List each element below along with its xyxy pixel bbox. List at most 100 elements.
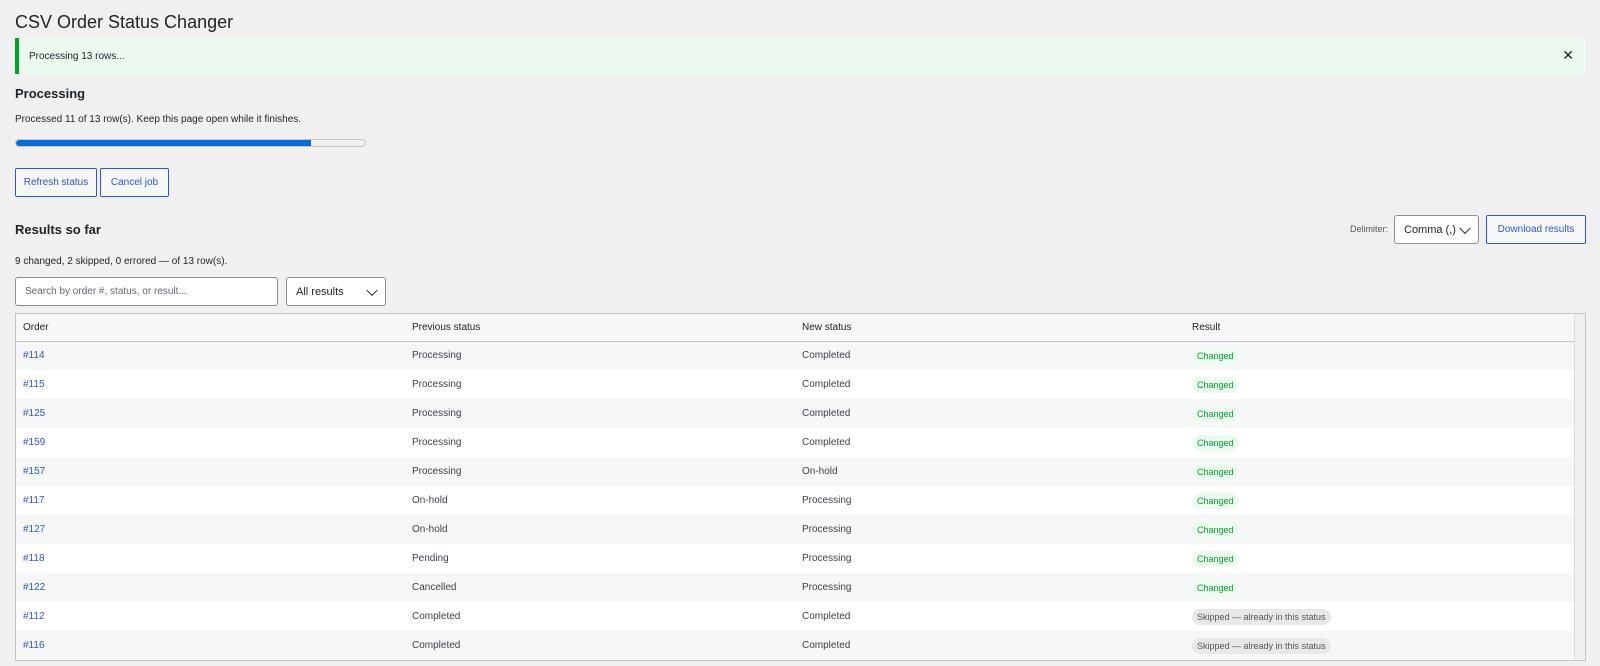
close-icon[interactable]: ✕ (1562, 48, 1574, 62)
previous-status-cell: Processing (405, 341, 795, 370)
results-table: Order Previous status New status Result … (15, 313, 1586, 661)
status-badge: Changed (1192, 463, 1239, 480)
result-cell: Changed (1185, 370, 1575, 399)
results-summary: 9 changed, 2 skipped, 0 errored — of 13 … (15, 256, 228, 267)
previous-status-cell: On-hold (405, 515, 795, 544)
order-cell: #117 (16, 486, 405, 515)
order-link[interactable]: #127 (23, 524, 45, 535)
status-badge: Changed (1192, 347, 1239, 364)
cancel-job-button[interactable]: Cancel job (100, 168, 169, 197)
status-badge: Changed (1192, 434, 1239, 451)
order-link[interactable]: #114 (23, 350, 45, 361)
previous-status-cell: Processing (405, 399, 795, 428)
new-status-cell: Completed (795, 631, 1185, 660)
order-link[interactable]: #159 (23, 437, 45, 448)
order-cell: #116 (16, 631, 405, 660)
table-row: #114 Processing Completed Changed (16, 341, 1575, 370)
new-status-cell: Completed (795, 370, 1185, 399)
new-status-cell: On-hold (795, 457, 1185, 486)
order-cell: #157 (16, 457, 405, 486)
previous-status-cell: Pending (405, 544, 795, 573)
order-link[interactable]: #115 (23, 379, 45, 390)
progress-bar (15, 139, 366, 147)
table-row: #159 Processing Completed Changed (16, 428, 1575, 457)
result-cell: Skipped — already in this status (1185, 602, 1575, 631)
progress-text: Processed 11 of 13 row(s). Keep this pag… (15, 114, 302, 125)
order-cell: #115 (16, 370, 405, 399)
previous-status-cell: Cancelled (405, 573, 795, 602)
processing-heading: Processing (15, 86, 86, 101)
table-header-row: Order Previous status New status Result (16, 314, 1575, 342)
order-link[interactable]: #125 (23, 408, 45, 419)
delimiter-select[interactable]: Comma (,) (1394, 215, 1479, 244)
progress-fill (16, 140, 312, 146)
status-badge: Changed (1192, 521, 1239, 538)
results-heading: Results so far (15, 222, 101, 237)
order-link[interactable]: #112 (23, 611, 45, 622)
result-cell: Changed (1185, 515, 1575, 544)
status-badge: Changed (1192, 492, 1239, 509)
order-link[interactable]: #157 (23, 466, 45, 477)
new-status-cell: Processing (795, 544, 1185, 573)
table-row: #125 Processing Completed Changed (16, 399, 1575, 428)
table-row: #115 Processing Completed Changed (16, 370, 1575, 399)
chevron-down-icon (1459, 222, 1471, 234)
table-row: #157 Processing On-hold Changed (16, 457, 1575, 486)
table-row: #116 Completed Completed Skipped — already … (16, 631, 1575, 660)
new-status-cell: Completed (795, 341, 1185, 370)
result-filter-select[interactable]: All results (286, 277, 386, 306)
previous-status-cell: Processing (405, 428, 795, 457)
delimiter-label: Delimiter: (1350, 224, 1389, 234)
previous-status-cell: Completed (405, 602, 795, 631)
page-title: CSV Order Status Changer (15, 12, 234, 32)
order-link[interactable]: #122 (23, 582, 45, 593)
status-badge: Changed (1192, 579, 1239, 596)
refresh-status-button[interactable]: Refresh status (15, 168, 97, 197)
column-header-order[interactable]: Order (16, 314, 405, 342)
notice-text: Processing 13 rows... (29, 50, 125, 62)
result-cell: Changed (1185, 457, 1575, 486)
new-status-cell: Processing (795, 515, 1185, 544)
table-row: #118 Pending Processing Changed (16, 544, 1575, 573)
new-status-cell: Processing (795, 573, 1185, 602)
filter-value: All results (296, 285, 344, 298)
new-status-cell: Completed (795, 602, 1185, 631)
order-link[interactable]: #117 (23, 495, 45, 506)
table-row: #127 On-hold Processing Changed (16, 515, 1575, 544)
column-header-new-status[interactable]: New status (795, 314, 1185, 342)
result-cell: Skipped — already in this status (1185, 631, 1575, 660)
status-badge: Changed (1192, 550, 1239, 567)
order-cell: #127 (16, 515, 405, 544)
status-badge: Skipped — already in this status (1192, 637, 1331, 654)
result-cell: Changed (1185, 573, 1575, 602)
table-row: #112 Completed Completed Skipped — already … (16, 602, 1575, 631)
previous-status-cell: Completed (405, 631, 795, 660)
order-link[interactable]: #116 (23, 640, 45, 651)
processing-notice: Processing 13 rows... ✕ (15, 38, 1586, 74)
result-cell: Changed (1185, 341, 1575, 370)
order-cell: #114 (16, 341, 405, 370)
column-header-result[interactable]: Result (1185, 314, 1575, 342)
chevron-down-icon (366, 284, 378, 296)
table-row: #117 On-hold Processing Changed (16, 486, 1575, 515)
result-cell: Changed (1185, 486, 1575, 515)
result-cell: Changed (1185, 544, 1575, 573)
search-input[interactable] (15, 277, 278, 306)
column-header-previous-status[interactable]: Previous status (405, 314, 795, 342)
delimiter-value: Comma (,) (1404, 223, 1456, 236)
status-badge: Changed (1192, 376, 1239, 393)
table-row: #122 Cancelled Processing Changed (16, 573, 1575, 602)
order-cell: #159 (16, 428, 405, 457)
previous-status-cell: Processing (405, 370, 795, 399)
order-link[interactable]: #118 (23, 553, 45, 564)
status-badge: Changed (1192, 405, 1239, 422)
previous-status-cell: Processing (405, 457, 795, 486)
result-cell: Changed (1185, 428, 1575, 457)
new-status-cell: Completed (795, 428, 1185, 457)
order-cell: #112 (16, 602, 405, 631)
order-cell: #125 (16, 399, 405, 428)
download-results-button[interactable]: Download results (1486, 215, 1586, 244)
table-scrollbar[interactable] (1574, 314, 1585, 660)
new-status-cell: Completed (795, 399, 1185, 428)
order-cell: #118 (16, 544, 405, 573)
